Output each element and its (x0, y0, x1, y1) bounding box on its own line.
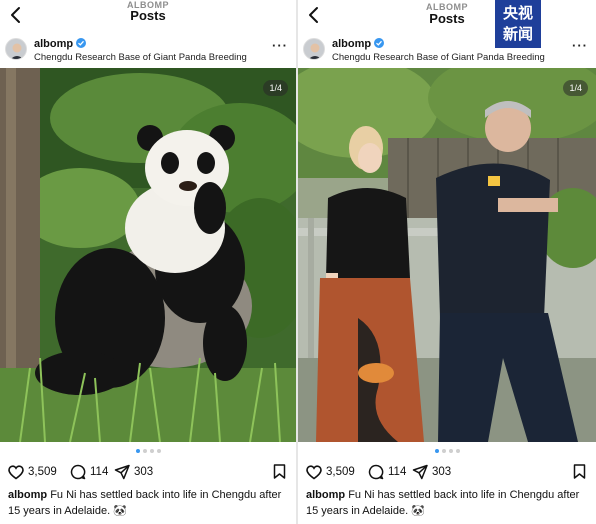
post-header: albomp Chengdu Research Base of Giant Pa… (298, 36, 596, 66)
share-icon (114, 464, 130, 480)
avatar[interactable] (303, 38, 325, 60)
like-count: 3,509 (326, 466, 355, 478)
bookmark-icon[interactable] (573, 464, 586, 484)
top-bar: ALBOMP Posts (0, 0, 296, 32)
share-count: 303 (432, 466, 452, 478)
more-icon[interactable]: ··· (572, 38, 588, 53)
post-location[interactable]: Chengdu Research Base of Giant Panda Bre… (332, 52, 545, 63)
post-username[interactable]: albomp (332, 38, 385, 50)
comment-icon (70, 464, 86, 480)
carousel-dots (298, 449, 596, 455)
verified-icon (374, 38, 385, 48)
bookmark-icon[interactable] (273, 464, 286, 484)
page-title: Posts (429, 11, 465, 26)
like-count: 3,509 (28, 466, 57, 478)
share-button[interactable]: 303 (412, 463, 451, 481)
heart-icon (8, 464, 24, 479)
post-caption: albomp Fu Ni has settled back into life … (306, 487, 588, 519)
comment-button[interactable]: 114 (70, 463, 108, 481)
carousel-dot[interactable] (448, 449, 453, 453)
caption-username[interactable]: albomp (306, 489, 345, 501)
share-count: 303 (134, 466, 154, 478)
carousel-dot[interactable] (156, 449, 161, 453)
post-caption: albomp Fu Ni has settled back into life … (8, 487, 288, 519)
like-button[interactable]: 3,509 (8, 463, 57, 481)
action-bar: 3,509 114 303 (298, 461, 596, 481)
top-bar: ALBOMP Posts (298, 0, 596, 32)
comment-count: 114 (388, 466, 407, 478)
verified-icon (76, 38, 87, 48)
carousel-dot[interactable] (434, 449, 439, 453)
slide-counter: 1/4 (263, 80, 288, 96)
action-bar: 3,509 114 303 (0, 461, 296, 481)
carousel-dot[interactable] (149, 449, 154, 453)
caption-text: Fu Ni has settled back into life in Chen… (8, 489, 282, 517)
post-panel-right: ALBOMP Posts 央视 新闻 albomp Chengdu Resear… (298, 0, 596, 524)
carousel-dot[interactable] (441, 449, 446, 453)
comment-count: 114 (90, 466, 109, 478)
post-location[interactable]: Chengdu Research Base of Giant Panda Bre… (34, 52, 247, 63)
post-username[interactable]: albomp (34, 38, 87, 50)
avatar[interactable] (5, 38, 27, 60)
watermark-line1: 央视 (502, 4, 533, 22)
post-username-text[interactable]: albomp (332, 38, 371, 50)
page-title: Posts (130, 8, 166, 23)
share-button[interactable]: 303 (114, 463, 153, 481)
post-photo-visit[interactable]: 1/4 (298, 68, 596, 442)
post-panel-left: ALBOMP Posts albomp Chengdu Research Bas… (0, 0, 296, 524)
heart-icon (306, 464, 322, 479)
slide-counter: 1/4 (563, 80, 588, 96)
post-photo-panda[interactable]: 1/4 (0, 68, 296, 442)
share-icon (412, 464, 428, 480)
post-header: albomp Chengdu Research Base of Giant Pa… (0, 36, 296, 66)
more-icon[interactable]: ··· (272, 38, 288, 53)
carousel-dots (0, 449, 296, 455)
caption-username[interactable]: albomp (8, 489, 47, 501)
post-username-text[interactable]: albomp (34, 38, 73, 50)
comment-button[interactable]: 114 (368, 463, 406, 481)
carousel-dot[interactable] (142, 449, 147, 453)
carousel-dot[interactable] (455, 449, 460, 453)
comment-icon (368, 464, 384, 480)
like-button[interactable]: 3,509 (306, 463, 355, 481)
carousel-dot[interactable] (135, 449, 140, 453)
caption-text: Fu Ni has settled back into life in Chen… (306, 489, 580, 517)
